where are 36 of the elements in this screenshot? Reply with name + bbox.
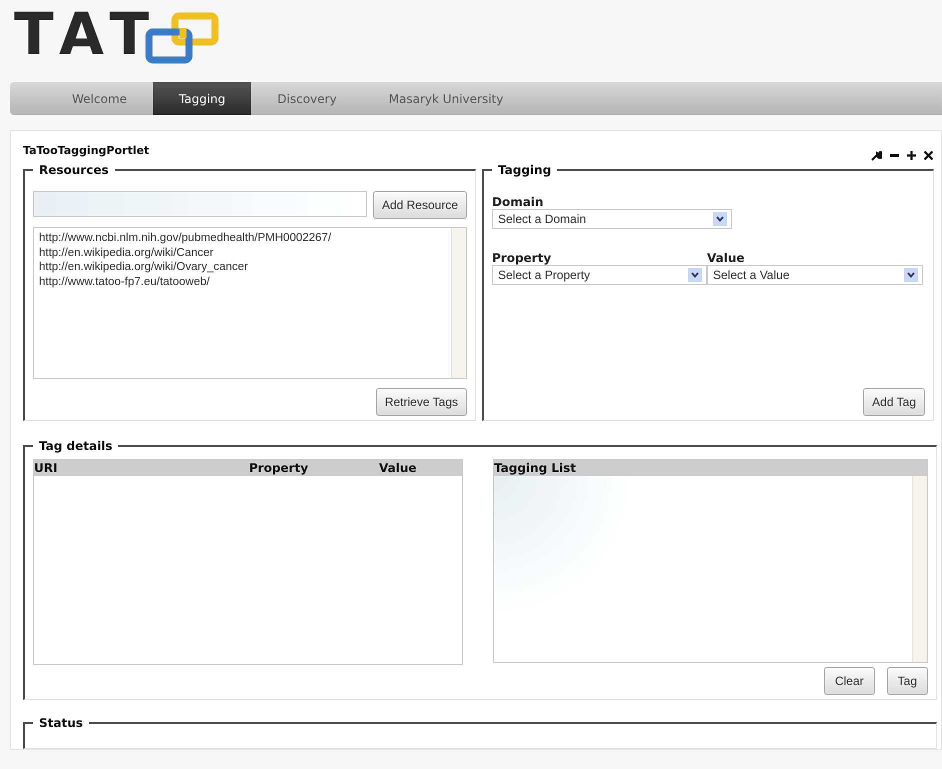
- nav-tab[interactable]: Tagging: [152, 82, 252, 115]
- nav-tab[interactable]: Masaryk University: [362, 82, 530, 115]
- resource-input-field[interactable]: [33, 191, 367, 217]
- nav-tab[interactable]: Discovery: [251, 82, 363, 115]
- scrollbar[interactable]: [451, 228, 466, 378]
- minimize-icon[interactable]: [890, 154, 899, 156]
- logo-text: TAT: [14, 5, 160, 63]
- domain-select[interactable]: Select a Domain: [492, 209, 732, 229]
- property-select[interactable]: Select a Property: [492, 265, 707, 285]
- resource-item[interactable]: http://en.wikipedia.org/wiki/Ovary_cancer: [39, 260, 446, 274]
- section-legend: Resources: [33, 163, 115, 177]
- scrollbar[interactable]: [912, 476, 927, 662]
- column-header: Property: [249, 460, 310, 476]
- column-header: Tagging List: [494, 460, 576, 476]
- resource-item[interactable]: http://en.wikipedia.org/wiki/Cancer: [39, 246, 446, 260]
- field-label: Value: [707, 251, 746, 265]
- wrench-icon[interactable]: [871, 150, 882, 160]
- section-legend: Tagging: [492, 163, 558, 177]
- field-label: Property: [492, 251, 552, 265]
- add-resource-button[interactable]: Add Resource: [372, 191, 467, 219]
- column-header: Value: [379, 460, 417, 476]
- retrieve-tags-button[interactable]: Retrieve Tags: [376, 388, 467, 416]
- add-tag-button[interactable]: Add Tag: [863, 388, 925, 416]
- action-button[interactable]: Clear: [824, 667, 875, 695]
- action-button[interactable]: Tag: [886, 667, 928, 695]
- plus-icon[interactable]: [907, 150, 916, 160]
- resource-item[interactable]: http://www.tatoo-fp7.eu/tatooweb/: [39, 274, 446, 289]
- close-icon[interactable]: [924, 150, 933, 160]
- section-legend: Tag details: [33, 439, 118, 453]
- resource-item[interactable]: http://www.ncbi.nlm.nih.gov/pubmedhealth/PMH0002267/: [39, 231, 446, 246]
- column-header: URI: [34, 460, 58, 476]
- portlet-title: TaTooTaggingPortlet: [23, 144, 150, 156]
- section-legend: Status: [33, 716, 89, 730]
- nav-tab[interactable]: Welcome: [46, 82, 153, 115]
- value-select[interactable]: Select a Value: [707, 265, 923, 285]
- field-label: Domain: [492, 195, 544, 209]
